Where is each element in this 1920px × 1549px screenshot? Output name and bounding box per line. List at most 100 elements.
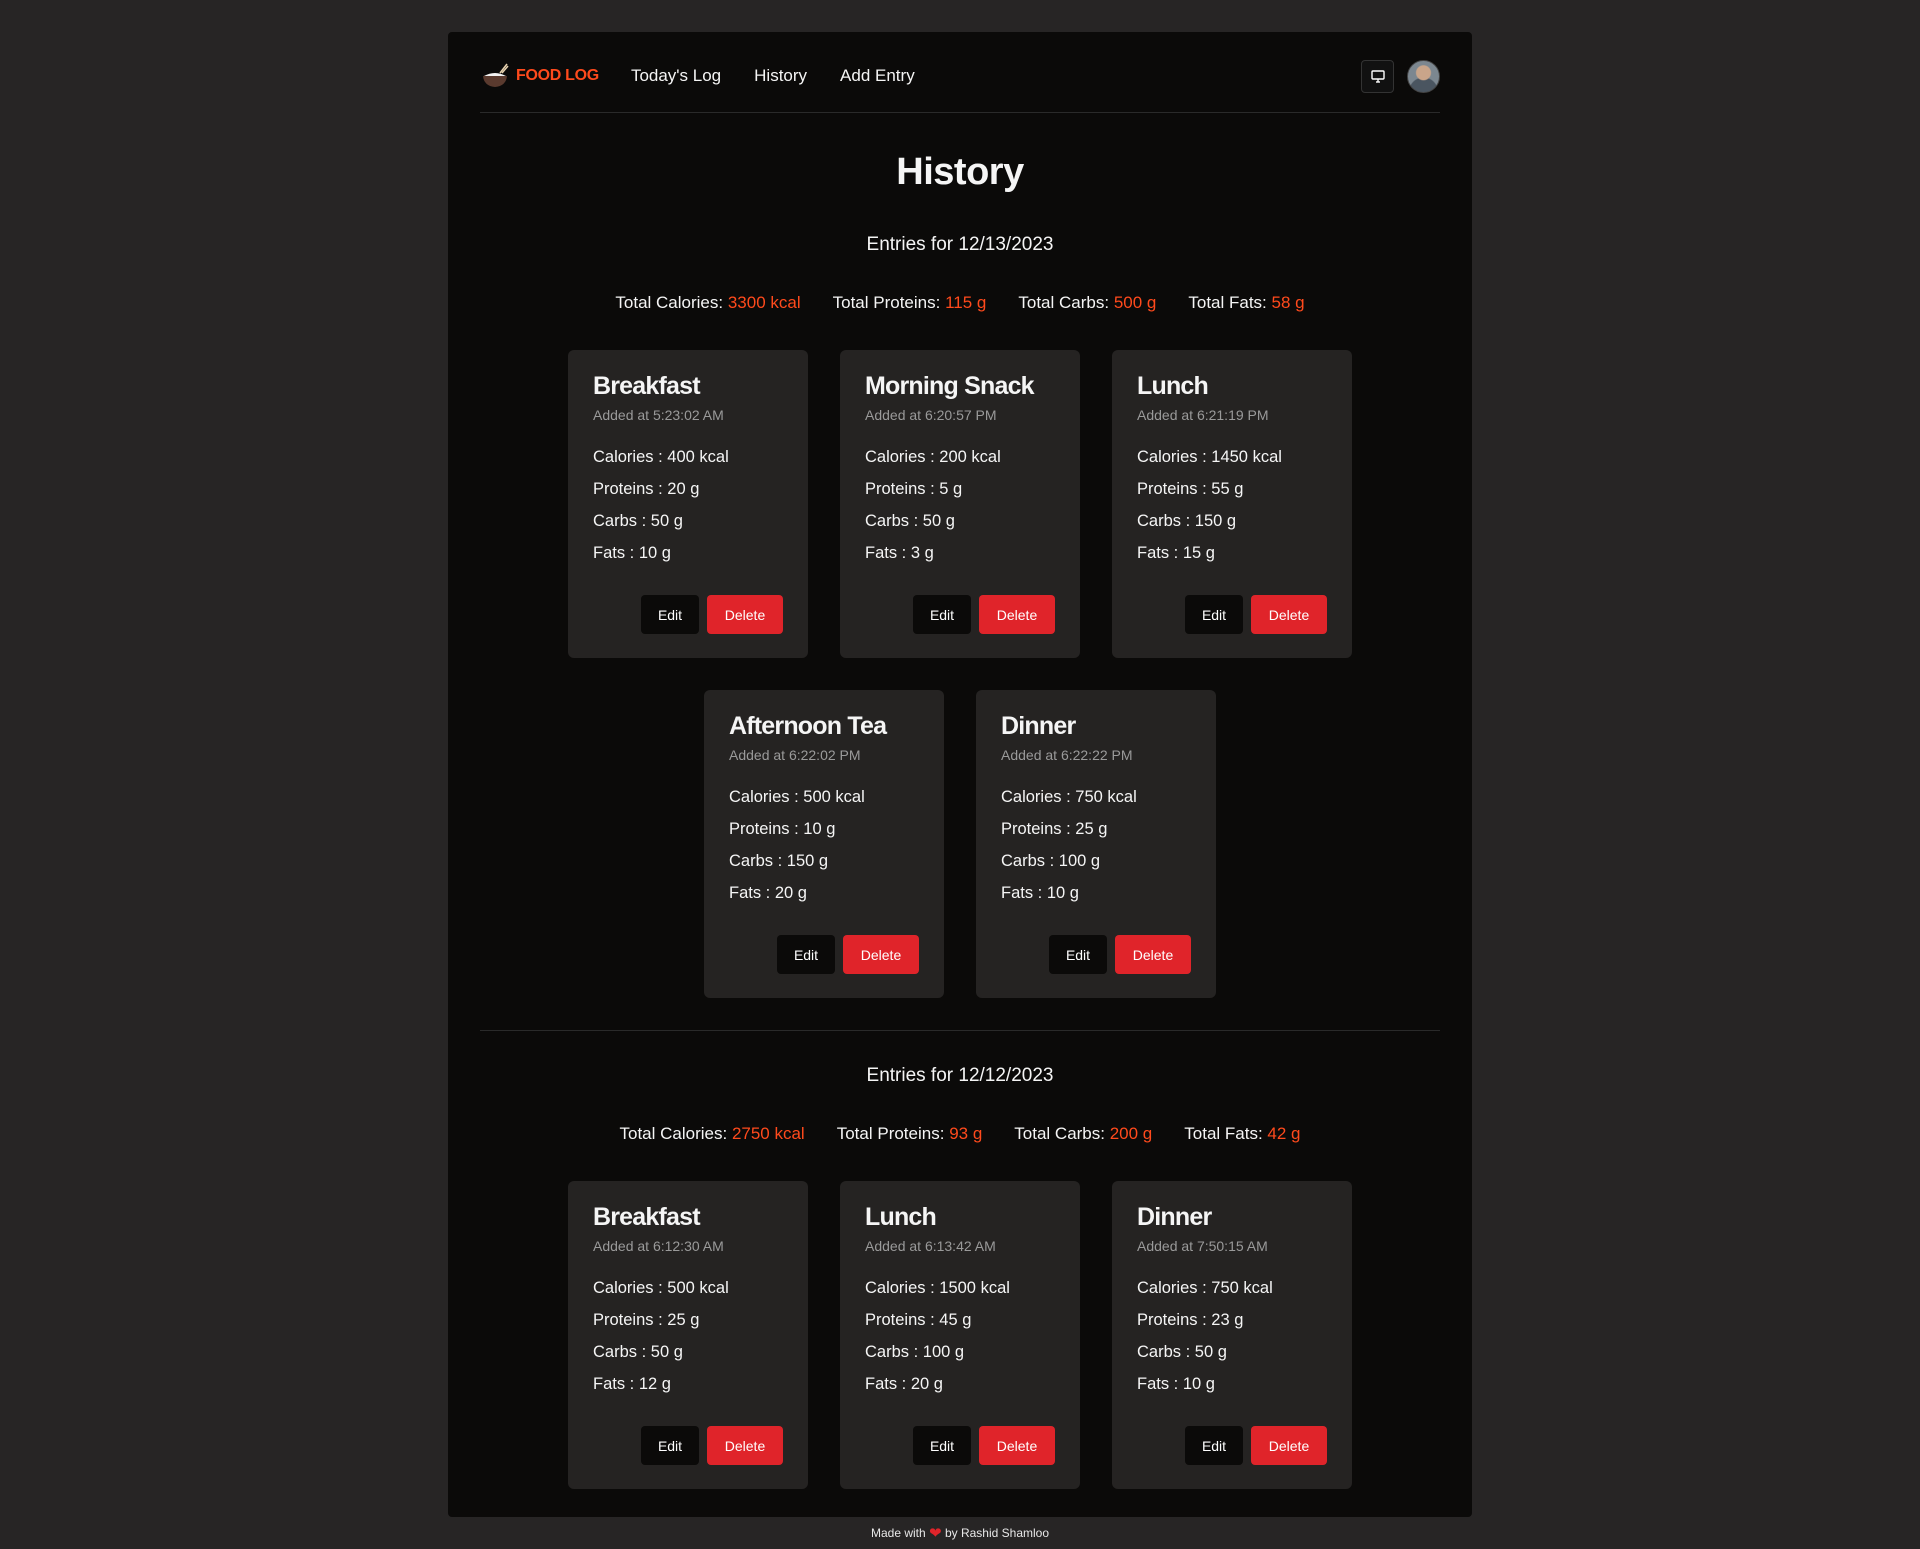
delete-button[interactable]: Delete [1251, 1426, 1327, 1465]
edit-button[interactable]: Edit [1185, 595, 1243, 634]
entry-title: Lunch [1137, 372, 1209, 400]
day-heading: Entries for 12/12/2023 [866, 1065, 1054, 1086]
app-panel: FOOD LOG Today's Log History Add Entry H… [448, 32, 1472, 1517]
entry-stats: Calories : 200 kcal Proteins : 5 g Carbs… [865, 441, 1055, 569]
entry-proteins: Proteins : 25 g [593, 1311, 700, 1329]
entry-carbs: Carbs : 150 g [729, 852, 829, 870]
entry-title: Dinner [1137, 1203, 1212, 1231]
total-fats-value: 42 g [1267, 1124, 1301, 1143]
delete-button[interactable]: Delete [707, 595, 783, 634]
rice-bowl-icon [483, 63, 509, 87]
entry-calories: Calories : 500 kcal [593, 1279, 729, 1297]
edit-button[interactable]: Edit [913, 595, 971, 634]
nav-links: Today's Log History Add Entry [631, 66, 915, 86]
entry-carbs: Carbs : 150 g [1137, 512, 1237, 530]
edit-button[interactable]: Edit [1185, 1426, 1243, 1465]
entry-title: Morning Snack [865, 372, 1035, 400]
entry-carbs: Carbs : 50 g [593, 1343, 683, 1361]
edit-button[interactable]: Edit [1049, 935, 1107, 974]
day-section: Entries for 12/13/2023 Total Calories: 3… [480, 234, 1440, 998]
total-carbs: Total Carbs: 200 g [1014, 1124, 1153, 1143]
entry-proteins: Proteins : 25 g [1001, 820, 1108, 838]
footer-prefix: Made with [870, 1526, 926, 1540]
entry-stats: Calories : 750 kcal Proteins : 23 g Carb… [1137, 1272, 1327, 1400]
total-calories-value: 2750 kcal [731, 1124, 805, 1143]
entry-fats: Fats : 12 g [593, 1375, 671, 1393]
entry-carbs: Carbs : 100 g [865, 1343, 965, 1361]
entry-proteins: Proteins : 20 g [593, 480, 700, 498]
entry-calories: Calories : 400 kcal [593, 448, 729, 466]
entry-carbs: Carbs : 50 g [1137, 1343, 1227, 1361]
day-totals: Total Calories: 2750 kcal Total Proteins… [480, 1124, 1440, 1144]
day-divider [480, 1030, 1440, 1031]
entry-calories: Calories : 500 kcal [729, 788, 865, 806]
entry-fats: Fats : 10 g [1137, 1375, 1215, 1393]
entry-actions: Edit Delete [913, 595, 1055, 634]
entry-card: Breakfast Added at 5:23:02 AM Calories :… [568, 350, 808, 658]
entry-card: Lunch Added at 6:21:19 PM Calories : 145… [1112, 350, 1352, 658]
edit-button[interactable]: Edit [641, 1426, 699, 1465]
entry-actions: Edit Delete [1049, 935, 1191, 974]
total-fats-value: 58 g [1271, 293, 1305, 312]
user-avatar[interactable] [1407, 59, 1440, 93]
nav-link-history[interactable]: History [754, 66, 807, 86]
entry-time: Added at 6:20:57 PM [865, 407, 997, 423]
entry-stats: Calories : 750 kcal Proteins : 25 g Carb… [1001, 781, 1191, 909]
heart-icon: ❤ [929, 1525, 942, 1542]
entry-grid: Breakfast Added at 6:12:30 AM Calories :… [568, 1181, 1352, 1489]
total-proteins-value: 115 g [945, 293, 987, 312]
entry-stats: Calories : 1500 kcal Proteins : 45 g Car… [865, 1272, 1055, 1400]
entry-proteins: Proteins : 23 g [1137, 1311, 1244, 1329]
entry-title: Breakfast [593, 372, 701, 400]
entry-calories: Calories : 750 kcal [1137, 1279, 1273, 1297]
day-heading: Entries for 12/13/2023 [866, 234, 1054, 255]
entry-stats: Calories : 400 kcal Proteins : 20 g Carb… [593, 441, 783, 569]
history-days: Entries for 12/13/2023 Total Calories: 3… [480, 234, 1440, 1489]
entry-actions: Edit Delete [641, 1426, 783, 1465]
delete-button[interactable]: Delete [707, 1426, 783, 1465]
entry-card: Afternoon Tea Added at 6:22:02 PM Calori… [704, 690, 944, 998]
total-calories: Total Calories: 2750 kcal [619, 1124, 805, 1143]
brand-link[interactable]: FOOD LOG [480, 61, 599, 91]
nav-link-todays-log[interactable]: Today's Log [631, 66, 721, 86]
brand-name: FOOD LOG [516, 67, 599, 84]
delete-button[interactable]: Delete [979, 1426, 1055, 1465]
entry-proteins: Proteins : 55 g [1137, 480, 1244, 498]
delete-button[interactable]: Delete [843, 935, 919, 974]
entry-time: Added at 5:23:02 AM [593, 407, 724, 423]
total-calories-value: 3300 kcal [727, 293, 801, 312]
entry-fats: Fats : 20 g [865, 1375, 943, 1393]
entry-actions: Edit Delete [1185, 595, 1327, 634]
nav-actions [1361, 59, 1440, 93]
total-carbs-value: 200 g [1109, 1124, 1153, 1143]
entry-time: Added at 6:22:22 PM [1001, 747, 1133, 763]
delete-button[interactable]: Delete [979, 595, 1055, 634]
entry-card: Lunch Added at 6:13:42 AM Calories : 150… [840, 1181, 1080, 1489]
total-carbs-value: 500 g [1113, 293, 1157, 312]
entry-fats: Fats : 3 g [865, 544, 934, 562]
theme-toggle-button[interactable] [1361, 59, 1394, 93]
entry-time: Added at 6:12:30 AM [593, 1238, 724, 1254]
edit-button[interactable]: Edit [641, 595, 699, 634]
delete-button[interactable]: Delete [1251, 595, 1327, 634]
entry-card: Dinner Added at 6:22:22 PM Calories : 75… [976, 690, 1216, 998]
entry-carbs: Carbs : 100 g [1001, 852, 1101, 870]
edit-button[interactable]: Edit [777, 935, 835, 974]
entry-stats: Calories : 500 kcal Proteins : 10 g Carb… [729, 781, 919, 909]
entry-actions: Edit Delete [1185, 1426, 1327, 1465]
total-proteins-value: 93 g [949, 1124, 983, 1143]
entry-title: Dinner [1001, 712, 1076, 740]
entry-proteins: Proteins : 10 g [729, 820, 836, 838]
entry-card: Morning Snack Added at 6:20:57 PM Calori… [840, 350, 1080, 658]
entry-fats: Fats : 10 g [1001, 884, 1079, 902]
total-fats: Total Fats: 42 g [1184, 1124, 1301, 1143]
total-carbs: Total Carbs: 500 g [1018, 293, 1157, 312]
entry-fats: Fats : 10 g [593, 544, 671, 562]
edit-button[interactable]: Edit [913, 1426, 971, 1465]
day-section: Entries for 12/12/2023 Total Calories: 2… [480, 1065, 1440, 1489]
total-proteins: Total Proteins: 93 g [836, 1124, 983, 1143]
nav-link-add-entry[interactable]: Add Entry [840, 66, 915, 86]
entry-calories: Calories : 1500 kcal [865, 1279, 1010, 1297]
delete-button[interactable]: Delete [1115, 935, 1191, 974]
entry-fats: Fats : 20 g [729, 884, 807, 902]
